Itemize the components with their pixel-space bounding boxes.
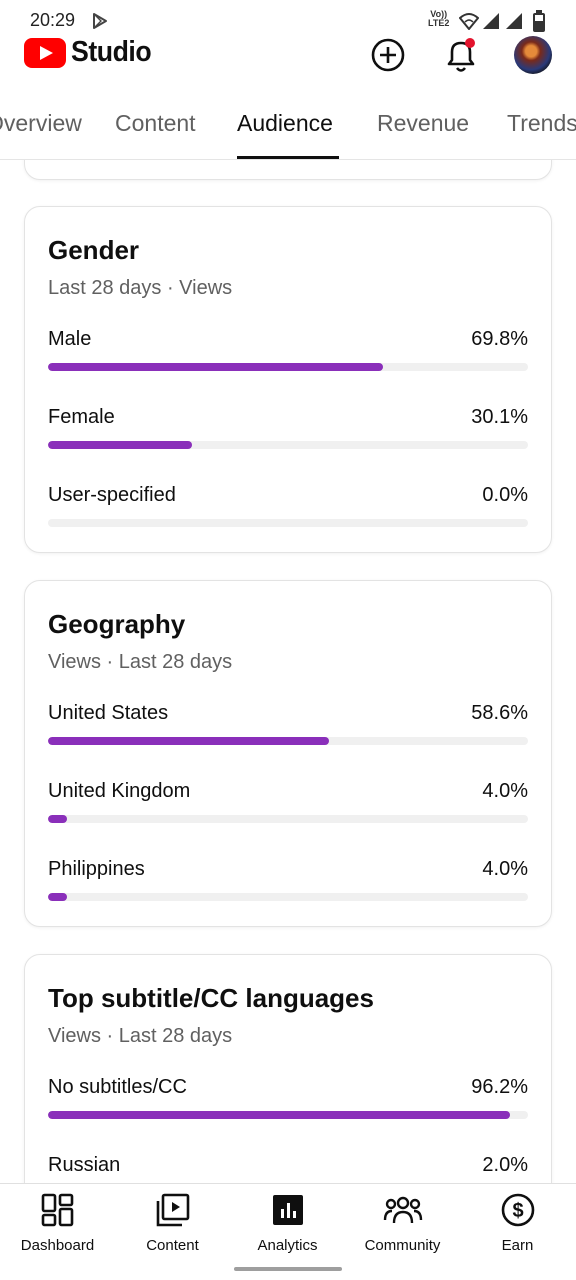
- row-value: 4.0%: [482, 780, 528, 802]
- tab-trends[interactable]: Trends: [507, 110, 576, 137]
- studio-logo[interactable]: Studio: [24, 36, 158, 69]
- progress-bar: [48, 363, 528, 371]
- screen: 20:29 Vo)) LTE2 Studio Ov: [0, 0, 576, 1280]
- account-avatar[interactable]: [514, 36, 552, 74]
- tab-content[interactable]: Content: [115, 110, 196, 137]
- progress-bar: [48, 519, 528, 527]
- app-header: Studio: [0, 30, 576, 80]
- row-label: No subtitles/CC: [48, 1076, 187, 1098]
- geography-card[interactable]: Geography Views · Last 28 days United St…: [24, 580, 552, 927]
- row-label: Russian: [48, 1154, 121, 1176]
- create-button[interactable]: [369, 36, 407, 79]
- progress-fill: [48, 815, 68, 823]
- row-label: United Kingdom: [48, 780, 191, 802]
- nav-label: Dashboard: [20, 1237, 95, 1254]
- card-subtitle: Views · Last 28 days: [48, 1025, 233, 1047]
- row-label: Female: [48, 406, 115, 428]
- previous-card: [24, 160, 552, 180]
- analytics-icon: [272, 1195, 303, 1225]
- tab-audience[interactable]: Audience: [237, 110, 333, 137]
- row-value: 2.0%: [482, 1154, 528, 1176]
- volte-indicator: Vo)) LTE2: [428, 9, 450, 28]
- nav-label: Content: [146, 1237, 199, 1254]
- analytics-tabs: Overview Content Audience Revenue Trends: [0, 96, 576, 160]
- progress-bar: [48, 1111, 528, 1119]
- earn-icon: $: [501, 1193, 534, 1227]
- status-time: 20:29: [30, 10, 76, 30]
- progress-bar: [48, 441, 528, 449]
- row-value: 0.0%: [482, 484, 528, 506]
- progress-fill: [48, 441, 193, 449]
- card-subtitle: Views · Last 28 days: [48, 651, 233, 673]
- card-title: Top subtitle/CC languages: [48, 983, 374, 1013]
- nav-earn[interactable]: $ Earn: [460, 1192, 575, 1254]
- bottom-navigation: Dashboard Content Analytics Community $ …: [0, 1183, 576, 1280]
- progress-bar: [48, 737, 528, 745]
- card-title: Geography: [48, 609, 186, 639]
- content-icon: [156, 1193, 189, 1227]
- progress-fill: [48, 363, 384, 371]
- nav-label: Analytics: [257, 1237, 318, 1254]
- nav-content[interactable]: Content: [115, 1192, 230, 1254]
- youtube-logo-icon: [24, 37, 66, 68]
- community-icon: [383, 1196, 422, 1224]
- row-label: User-specified: [48, 484, 176, 506]
- nav-community[interactable]: Community: [345, 1192, 460, 1254]
- row-label: Male: [48, 328, 92, 350]
- bell-icon: [447, 38, 475, 72]
- progress-bar: [48, 815, 528, 823]
- row-value: 4.0%: [482, 858, 528, 880]
- card-title: Gender: [48, 235, 140, 265]
- subtitle-languages-card[interactable]: Top subtitle/CC languages Views · Last 2…: [24, 954, 552, 1183]
- home-indicator[interactable]: [234, 1267, 342, 1271]
- card-subtitle: Last 28 days · Views: [48, 277, 233, 299]
- tab-revenue[interactable]: Revenue: [377, 110, 469, 137]
- row-value: 96.2%: [471, 1076, 528, 1098]
- notifications-button[interactable]: [443, 36, 479, 81]
- logo-text: Studio: [71, 36, 152, 68]
- gender-card[interactable]: Gender Last 28 days · Views Male 69.8% F…: [24, 206, 552, 553]
- nav-dashboard[interactable]: Dashboard: [0, 1192, 115, 1254]
- progress-fill: [48, 1111, 510, 1119]
- dashboard-icon: [41, 1193, 73, 1227]
- progress-bar: [48, 893, 528, 901]
- nav-label: Community: [364, 1237, 441, 1254]
- row-value: 58.6%: [471, 702, 528, 724]
- svg-text:$: $: [512, 1200, 523, 1222]
- row-label: Philippines: [48, 858, 145, 880]
- row-value: 30.1%: [471, 406, 528, 428]
- row-value: 69.8%: [471, 328, 528, 350]
- progress-fill: [48, 893, 68, 901]
- active-tab-indicator: [237, 156, 339, 159]
- progress-fill: [48, 737, 330, 745]
- tab-overview[interactable]: Overview: [0, 110, 82, 137]
- row-label: United States: [48, 702, 169, 724]
- nav-label: Earn: [501, 1237, 534, 1254]
- plus-circle-icon: [371, 38, 405, 72]
- audience-content[interactable]: Gender Last 28 days · Views Male 69.8% F…: [0, 160, 576, 1183]
- nav-analytics[interactable]: Analytics: [230, 1192, 345, 1254]
